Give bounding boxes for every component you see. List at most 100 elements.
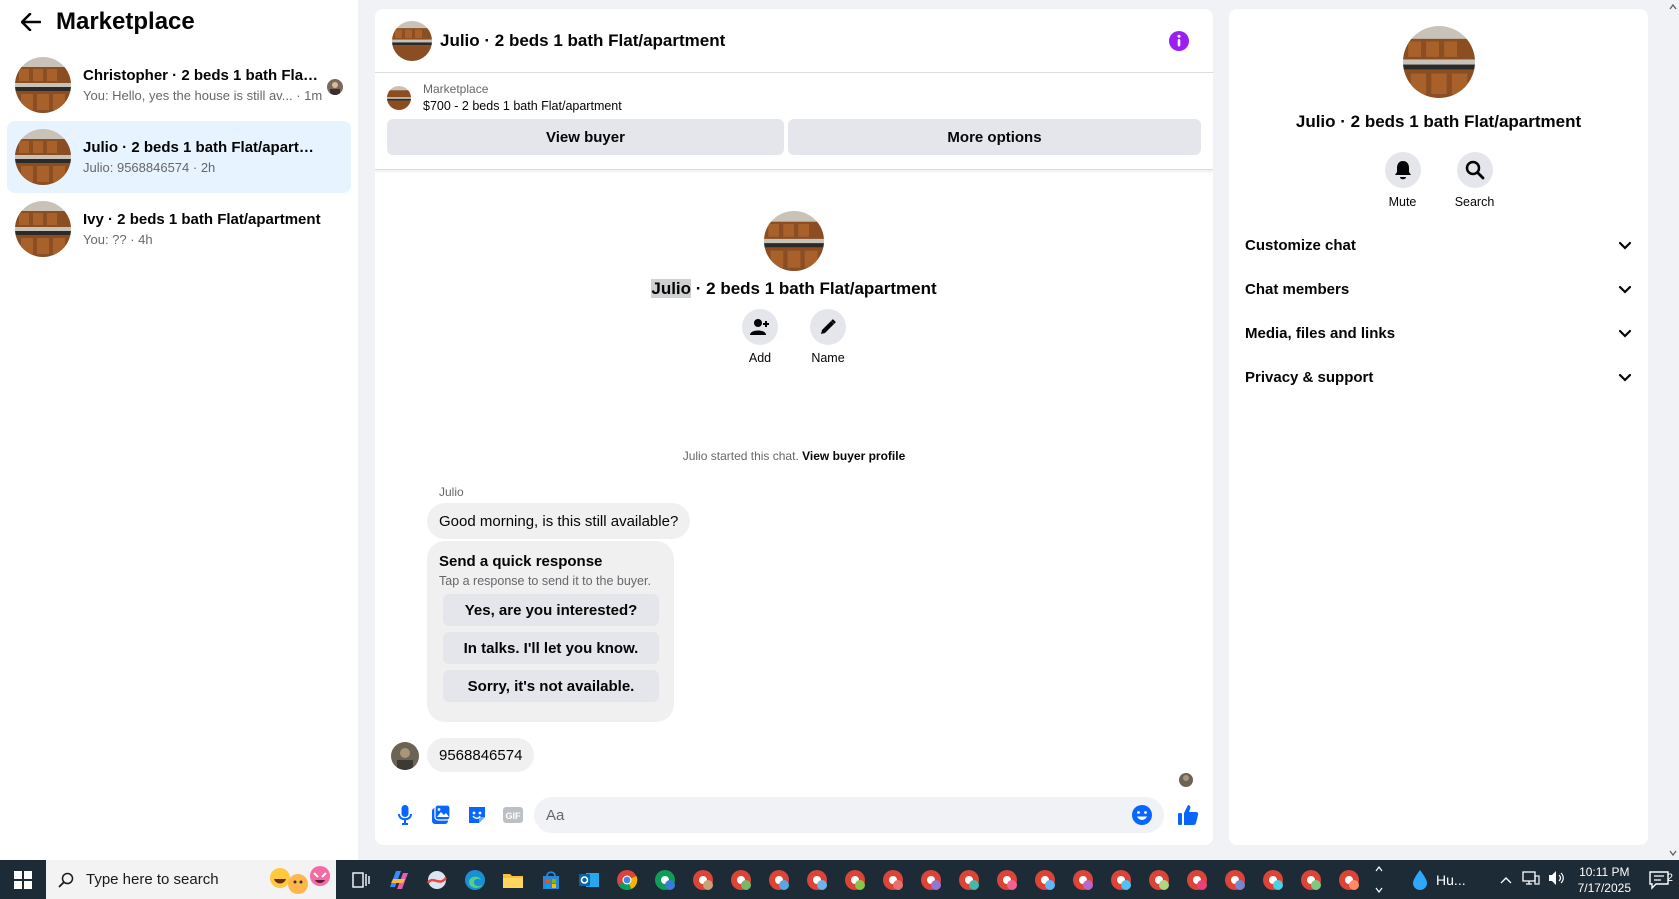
chat-header: Julio · 2 beds 1 bath Flat/apartment (375, 9, 1213, 73)
media-files-links-section[interactable]: Media, files and links (1229, 311, 1648, 355)
back-arrow-icon[interactable] (18, 9, 44, 35)
chat-started-notice: Julio started this chat. View buyer prof… (682, 449, 906, 463)
add-people-button[interactable]: Add (742, 309, 778, 365)
notification-center-icon[interactable]: 2 (1639, 870, 1679, 890)
volume-icon[interactable] (1548, 870, 1566, 889)
edit-name-button[interactable]: Name (810, 309, 846, 365)
chevron-up-icon[interactable] (1500, 872, 1512, 887)
more-options-button[interactable]: More options (788, 119, 1201, 155)
weather-widget[interactable]: Hu... (1412, 869, 1466, 891)
copilot-icon[interactable] (380, 860, 418, 899)
conversation-item-julio[interactable]: Julio · 2 beds 1 bath Flat/apartment Jul… (7, 121, 351, 193)
chrome-profile-icon[interactable] (912, 860, 950, 899)
view-buyer-profile-link[interactable]: View buyer profile (802, 449, 905, 463)
message-composer: GIF (375, 785, 1213, 845)
quick-response-yes[interactable]: Yes, are you interested? (443, 594, 659, 626)
conversation-sidebar: Marketplace Christopher · 2 beds 1 bath … (0, 0, 358, 860)
microphone-icon[interactable] (387, 797, 423, 833)
file-explorer-icon[interactable] (494, 860, 532, 899)
page-scrollbar[interactable] (1667, 0, 1679, 860)
chrome-profile-icon[interactable] (684, 860, 722, 899)
conversation-item-ivy[interactable]: Ivy · 2 beds 1 bath Flat/apartment You: … (7, 193, 351, 265)
windows-taskbar: Type here to search Hu... 10:11 PM 7/17/… (0, 860, 1679, 899)
listing-thumbnail (15, 57, 71, 113)
image-viewer-icon[interactable] (418, 860, 456, 899)
chevron-down-icon (1618, 373, 1632, 382)
chrome-profile-icon[interactable] (646, 860, 684, 899)
chrome-profile-icon[interactable] (874, 860, 912, 899)
chrome-profile-icon[interactable] (1102, 860, 1140, 899)
listing-price-title[interactable]: $700 - 2 beds 1 bath Flat/apartment (423, 99, 622, 113)
microsoft-store-icon[interactable] (532, 860, 570, 899)
chrome-profile-icon[interactable] (1140, 860, 1178, 899)
search-conversation-button[interactable]: Search (1455, 152, 1495, 209)
quick-response-not-available[interactable]: Sorry, it's not available. (443, 670, 659, 702)
search-icon (58, 872, 74, 888)
edge-browser-icon[interactable] (456, 860, 494, 899)
gif-icon[interactable]: GIF (495, 797, 531, 833)
seen-avatar-icon (327, 79, 343, 95)
chrome-profile-icon[interactable] (950, 860, 988, 899)
network-icon[interactable] (1521, 870, 1540, 889)
info-icon[interactable] (1167, 29, 1191, 53)
listing-thumbnail (15, 129, 71, 185)
chat-title[interactable]: Julio · 2 beds 1 bath Flat/apartment (440, 31, 725, 51)
chrome-profile-icon[interactable] (1292, 860, 1330, 899)
chevron-down-icon (1618, 285, 1632, 294)
notification-count: 2 (1666, 871, 1673, 884)
scroll-up-arrow-icon[interactable] (1669, 3, 1677, 11)
scroll-down-arrow-icon[interactable] (1669, 849, 1677, 857)
privacy-support-section[interactable]: Privacy & support (1229, 355, 1648, 399)
page-title: Marketplace (56, 8, 195, 35)
taskbar-overflow-arrows[interactable] (1373, 860, 1385, 899)
chrome-profile-icon[interactable] (836, 860, 874, 899)
chrome-profile-icon[interactable] (1330, 860, 1368, 899)
sender-name: Julio (439, 485, 464, 499)
message-input[interactable] (546, 806, 1124, 824)
taskbar-clock[interactable]: 10:11 PM 7/17/2025 (1578, 864, 1631, 896)
conversation-preview: You: Hello, yes the house is still av...… (83, 88, 323, 103)
chat-window: Julio · 2 beds 1 bath Flat/apartment Mar… (375, 9, 1213, 845)
chrome-profile-icon[interactable] (760, 860, 798, 899)
chrome-profile-icon[interactable] (1064, 860, 1102, 899)
chrome-profile-icon[interactable] (1178, 860, 1216, 899)
chat-info-panel: Julio · 2 beds 1 bath Flat/apartment Mut… (1229, 9, 1648, 845)
quick-response-in-talks[interactable]: In talks. I'll let you know. (443, 632, 659, 664)
windows-start-icon[interactable] (0, 860, 46, 899)
customize-chat-section[interactable]: Customize chat (1229, 223, 1648, 267)
conversation-preview: Julio: 9568846574 · 2h (83, 160, 216, 175)
chrome-icon[interactable] (608, 860, 646, 899)
quick-response-card: Send a quick response Tap a response to … (427, 541, 674, 722)
task-view-icon[interactable] (342, 860, 380, 899)
chrome-profile-icon[interactable] (722, 860, 760, 899)
listing-thumbnail (15, 201, 71, 257)
outlook-icon[interactable] (570, 860, 608, 899)
search-icon (1465, 160, 1484, 180)
chat-avatar[interactable] (392, 20, 432, 61)
listing-thumbnail (387, 85, 411, 110)
conversation-item-christopher[interactable]: Christopher · 2 beds 1 bath Flat/... You… (7, 49, 351, 121)
taskbar-search-box[interactable]: Type here to search (46, 860, 336, 899)
photo-icon[interactable] (423, 797, 459, 833)
chat-members-section[interactable]: Chat members (1229, 267, 1648, 311)
chrome-profile-icon[interactable] (1026, 860, 1064, 899)
chrome-profile-icon[interactable] (1254, 860, 1292, 899)
mute-button[interactable]: Mute (1383, 152, 1423, 209)
sender-avatar[interactable] (391, 742, 419, 770)
message-bubble[interactable]: 9568846574 (427, 738, 535, 772)
panel-avatar (1402, 26, 1475, 98)
chrome-profile-icon[interactable] (798, 860, 836, 899)
sticker-icon[interactable] (459, 797, 495, 833)
chrome-profile-icon[interactable] (988, 860, 1026, 899)
chrome-profile-icon[interactable] (1216, 860, 1254, 899)
conversation-preview: You: ?? · 4h (83, 232, 153, 247)
message-bubble[interactable]: Good morning, is this still available? (427, 503, 691, 539)
view-buyer-button[interactable]: View buyer (387, 119, 784, 155)
emoji-icon[interactable] (1124, 797, 1160, 833)
taskbar-search-placeholder: Type here to search (86, 871, 219, 888)
thumbs-up-icon[interactable] (1170, 797, 1206, 833)
message-input-wrapper (534, 797, 1164, 833)
conversation-name: Ivy · 2 beds 1 bath Flat/apartment (83, 211, 321, 228)
panel-title: Julio · 2 beds 1 bath Flat/apartment (1295, 112, 1582, 131)
add-person-icon (750, 319, 769, 335)
